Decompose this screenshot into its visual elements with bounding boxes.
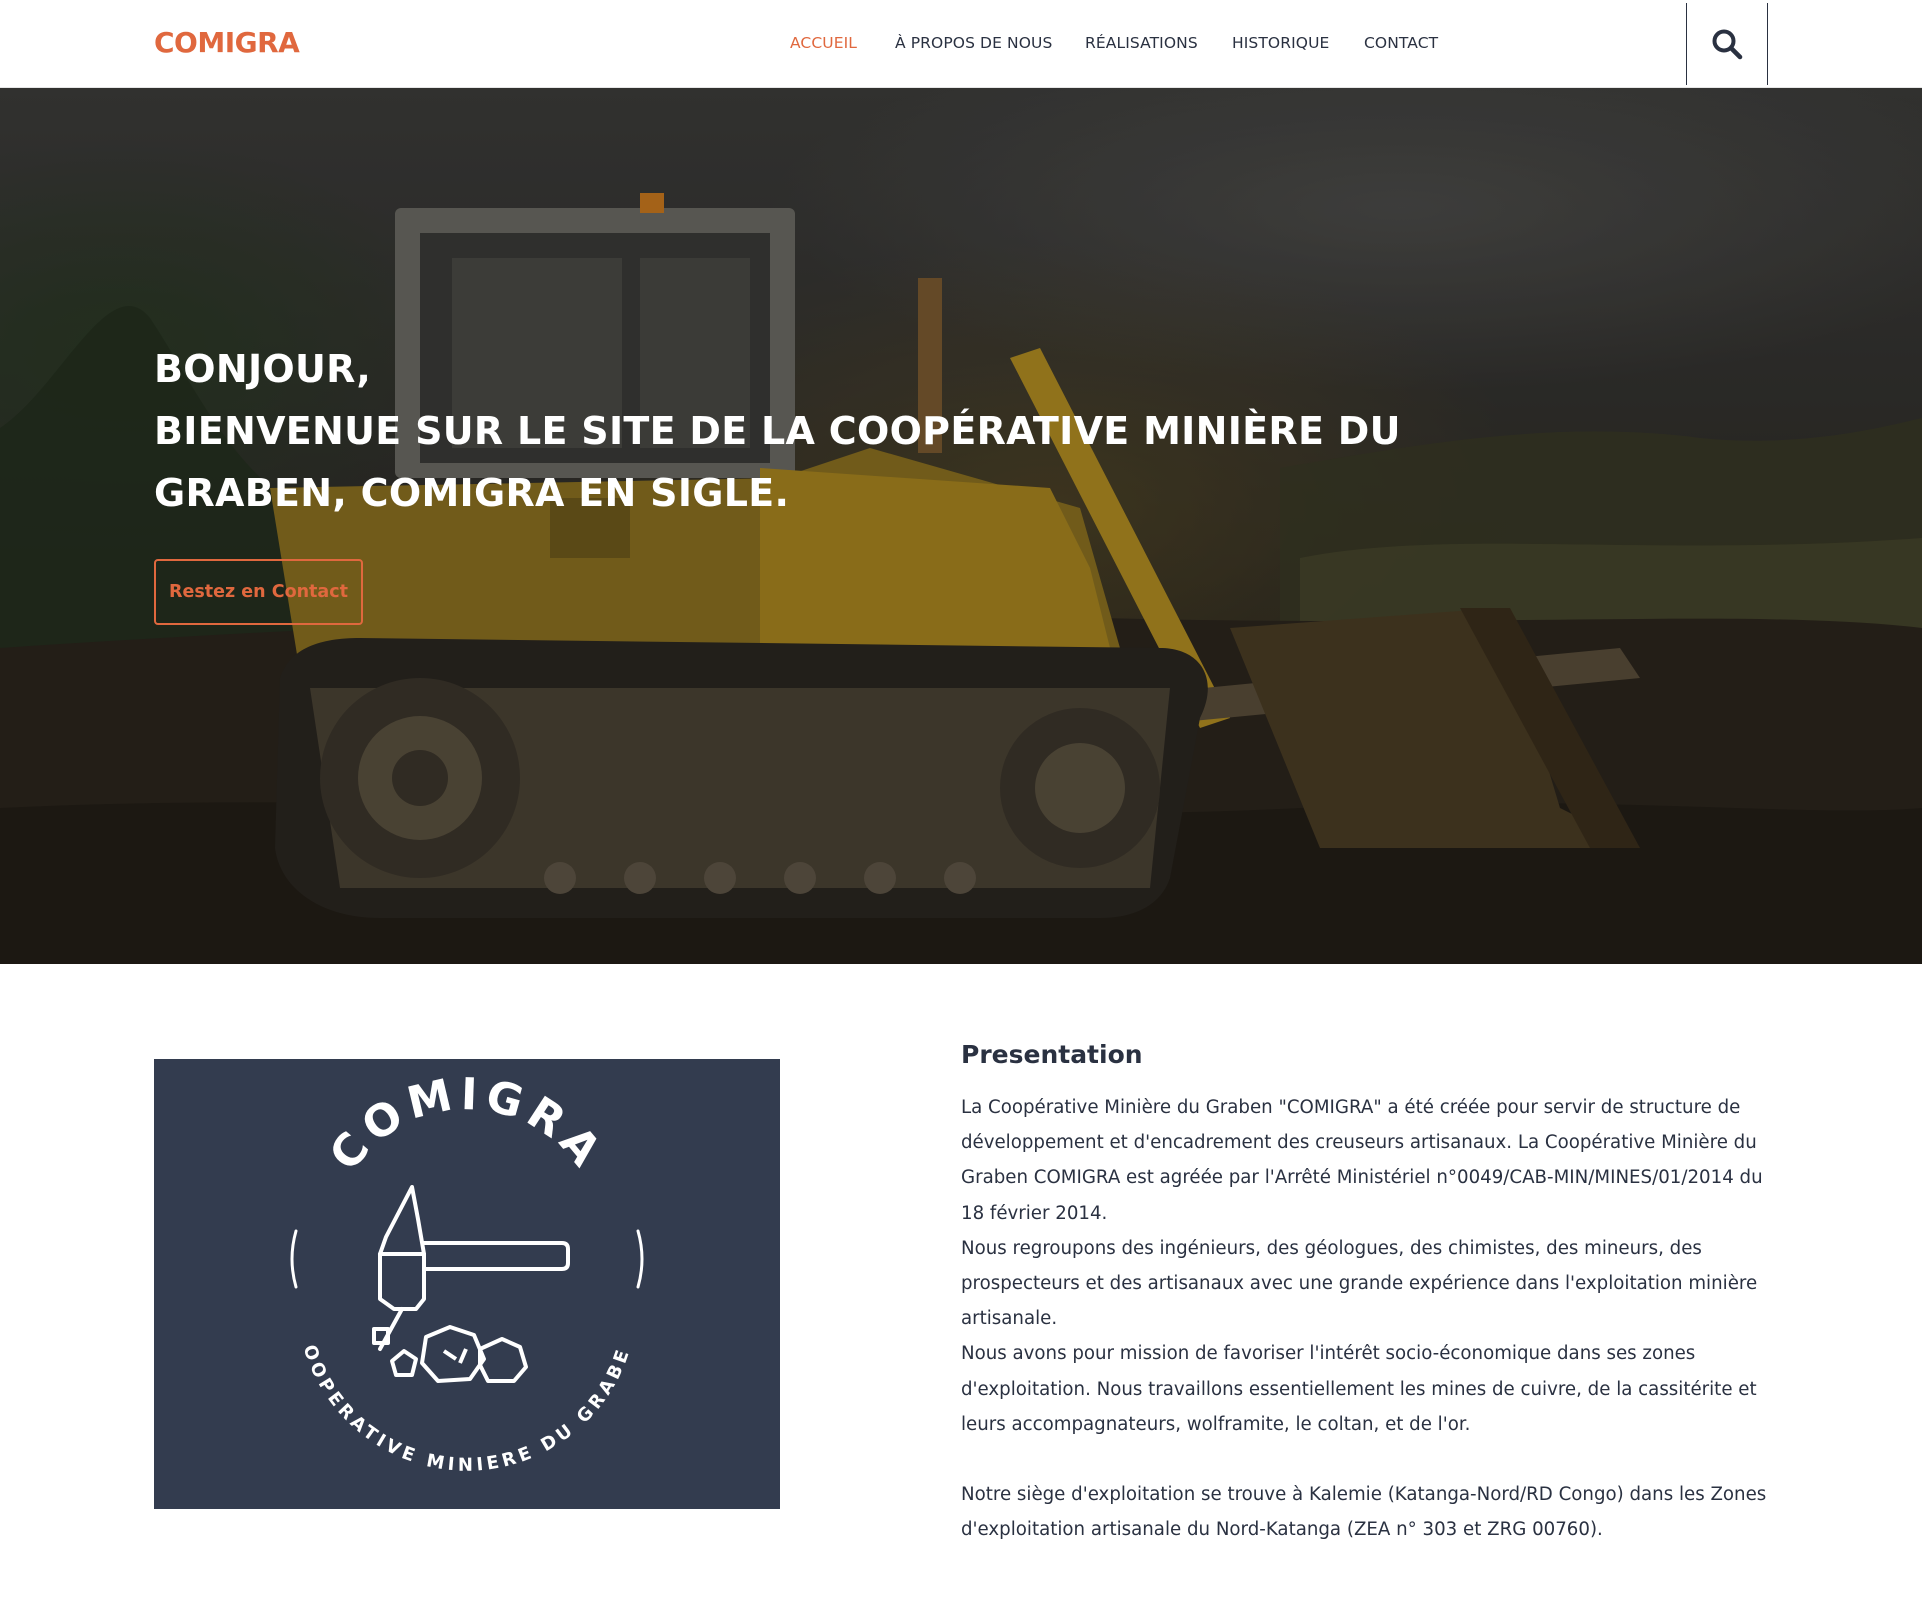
comigra-logo-image: COMIGRA COOPERATIVE MINIERE DU GRABEN — [154, 1059, 780, 1509]
search-button[interactable] — [1686, 3, 1768, 85]
main-nav: ACCUEIL À PROPOS DE NOUS RÉALISATIONS HI… — [0, 0, 1922, 88]
comigra-logo-svg: COMIGRA COOPERATIVE MINIERE DU GRABEN — [154, 1059, 644, 1476]
hero-title-line: GRABEN, COMIGRA EN SIGLE. — [154, 471, 790, 515]
presentation-paragraph: La Coopérative Minière du Graben "COMIGR… — [961, 1097, 1763, 1224]
pickaxe-icon — [378, 1185, 570, 1351]
site-header: COMIGRA ACCUEIL À PROPOS DE NOUS RÉALISA… — [0, 0, 1922, 88]
presentation-paragraph: Notre siège d'exploitation se trouve à K… — [961, 1484, 1767, 1541]
presentation-paragraph: Nous regroupons des ingénieurs, des géol… — [961, 1237, 1758, 1330]
nav-item-realisations[interactable]: RÉALISATIONS — [1085, 34, 1198, 52]
search-icon — [1712, 29, 1743, 60]
nav-item-a-propos[interactable]: À PROPOS DE NOUS — [895, 34, 1052, 52]
hero-section: BONJOUR, BIENVENUE SUR LE SITE DE LA COO… — [0, 88, 1922, 964]
nav-item-contact[interactable]: CONTACT — [1364, 34, 1438, 52]
rocks-icon — [372, 1325, 528, 1383]
contact-cta-button[interactable]: Restez en Contact — [154, 559, 363, 625]
presentation-body: La Coopérative Minière du Graben "COMIGR… — [961, 1090, 1773, 1548]
hero-title-line: BIENVENUE SUR LE SITE DE LA COOPÉRATIVE … — [154, 409, 1401, 453]
nav-item-historique[interactable]: HISTORIQUE — [1232, 34, 1329, 52]
logo-top-text: COMIGRA — [320, 1068, 614, 1180]
presentation-title: Presentation — [961, 1040, 1143, 1069]
nav-item-accueil[interactable]: ACCUEIL — [790, 34, 857, 52]
hero-overlay — [0, 88, 1922, 964]
hero-title: BONJOUR, BIENVENUE SUR LE SITE DE LA COO… — [154, 338, 1454, 524]
presentation-paragraph: Nous avons pour mission de favoriser l'i… — [961, 1343, 1757, 1435]
hero-title-line: BONJOUR, — [154, 347, 372, 391]
